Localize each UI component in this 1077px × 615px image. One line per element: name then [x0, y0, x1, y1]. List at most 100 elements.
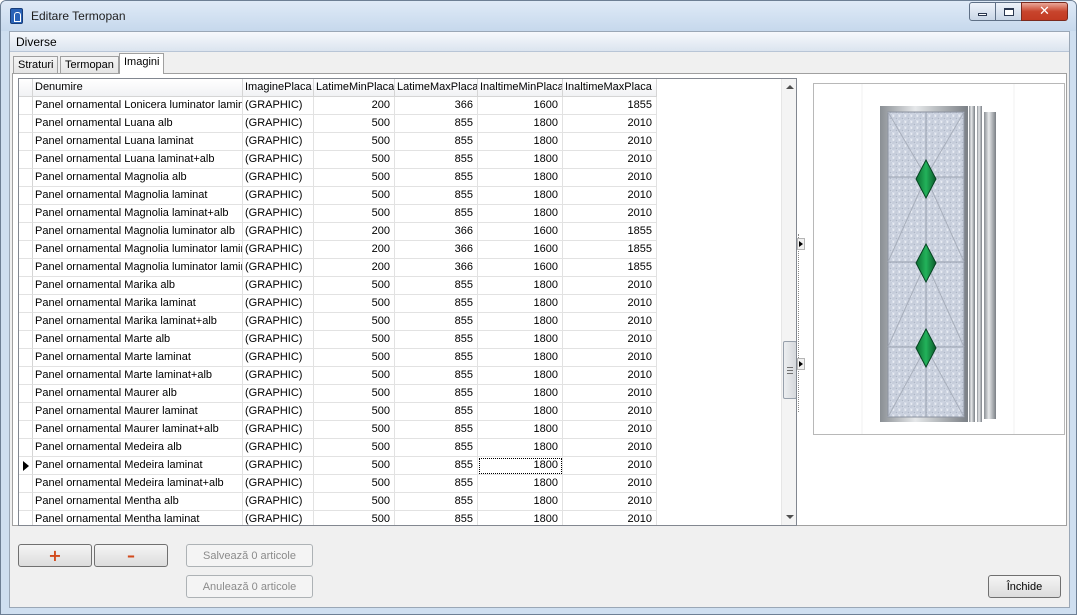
scroll-thumb[interactable] — [783, 341, 796, 399]
column-header-denumire[interactable]: Denumire — [33, 79, 243, 97]
table-row[interactable]: Panel ornamental Medeira laminat+alb (GRA… — [19, 475, 657, 493]
cell-latimeminplaca[interactable]: 500 — [314, 115, 395, 133]
cell-denumire[interactable]: Panel ornamental Maurer alb — [33, 385, 243, 403]
row-indicator[interactable] — [19, 277, 33, 295]
cell-imagineplaca[interactable]: (GRAPHIC) — [243, 259, 314, 277]
cell-inaltimemaxplaca[interactable]: 2010 — [563, 511, 657, 525]
cell-inaltimeminplaca[interactable]: 1800 — [478, 349, 563, 367]
cell-latimeminplaca[interactable]: 500 — [314, 187, 395, 205]
cell-inaltimeminplaca[interactable]: 1600 — [478, 97, 563, 115]
cell-denumire[interactable]: Panel ornamental Mentha laminat — [33, 511, 243, 525]
cell-imagineplaca[interactable]: (GRAPHIC) — [243, 223, 314, 241]
cell-denumire[interactable]: Panel ornamental Magnolia alb — [33, 169, 243, 187]
cell-inaltimemaxplaca[interactable]: 2010 — [563, 385, 657, 403]
table-row[interactable]: Panel ornamental Luana laminat (GRAPHIC) 5… — [19, 133, 657, 151]
minimize-button[interactable] — [969, 2, 996, 21]
cell-imagineplaca[interactable]: (GRAPHIC) — [243, 475, 314, 493]
cell-inaltimeminplaca[interactable]: 1800 — [478, 151, 563, 169]
cell-latimemaxplaca[interactable]: 855 — [395, 457, 478, 475]
cell-inaltimemaxplaca[interactable]: 2010 — [563, 367, 657, 385]
cell-denumire[interactable]: Panel ornamental Marte laminat — [33, 349, 243, 367]
cell-latimeminplaca[interactable]: 200 — [314, 241, 395, 259]
cell-inaltimeminplaca[interactable]: 1800 — [478, 385, 563, 403]
cell-denumire[interactable]: Panel ornamental Marte alb — [33, 331, 243, 349]
cell-latimemaxplaca[interactable]: 855 — [395, 277, 478, 295]
row-indicator[interactable] — [19, 97, 33, 115]
cell-latimemaxplaca[interactable]: 855 — [395, 331, 478, 349]
table-row[interactable]: Panel ornamental Magnolia alb (GRAPHIC) 50… — [19, 169, 657, 187]
table-row[interactable]: Panel ornamental Magnolia laminat (GRAPHI… — [19, 187, 657, 205]
cell-inaltimemaxplaca[interactable]: 2010 — [563, 403, 657, 421]
row-indicator[interactable] — [19, 223, 33, 241]
cell-inaltimemaxplaca[interactable]: 1855 — [563, 259, 657, 277]
close-button[interactable]: Închide — [988, 575, 1061, 598]
cell-latimemaxplaca[interactable]: 855 — [395, 475, 478, 493]
row-indicator[interactable] — [19, 511, 33, 525]
cell-latimemaxplaca[interactable]: 366 — [395, 97, 478, 115]
table-row[interactable]: Panel ornamental Maurer laminat+alb (GRAP… — [19, 421, 657, 439]
table-row[interactable]: Panel ornamental Mentha alb (GRAPHIC) 500 8… — [19, 493, 657, 511]
table-row[interactable]: Panel ornamental Marte laminat+alb (GRAPH… — [19, 367, 657, 385]
cell-inaltimemaxplaca[interactable]: 2010 — [563, 277, 657, 295]
cell-latimeminplaca[interactable]: 500 — [314, 403, 395, 421]
cell-latimeminplaca[interactable]: 500 — [314, 151, 395, 169]
cell-latimemaxplaca[interactable]: 855 — [395, 169, 478, 187]
row-indicator[interactable] — [19, 133, 33, 151]
cell-denumire[interactable]: Panel ornamental Magnolia laminat — [33, 187, 243, 205]
cell-denumire[interactable]: Panel ornamental Marika laminat+alb — [33, 313, 243, 331]
cell-latimeminplaca[interactable]: 500 — [314, 439, 395, 457]
cell-imagineplaca[interactable]: (GRAPHIC) — [243, 295, 314, 313]
cell-latimeminplaca[interactable]: 500 — [314, 133, 395, 151]
cell-inaltimeminplaca[interactable]: 1800 — [478, 493, 563, 511]
splitter-handle[interactable] — [798, 234, 804, 412]
cell-imagineplaca[interactable]: (GRAPHIC) — [243, 421, 314, 439]
cell-latimeminplaca[interactable]: 500 — [314, 277, 395, 295]
cell-imagineplaca[interactable]: (GRAPHIC) — [243, 313, 314, 331]
cell-inaltimemaxplaca[interactable]: 1855 — [563, 241, 657, 259]
cell-latimemaxplaca[interactable]: 855 — [395, 187, 478, 205]
cell-latimemaxplaca[interactable]: 855 — [395, 133, 478, 151]
table-row[interactable]: Panel ornamental Luana laminat+alb (GRAPH… — [19, 151, 657, 169]
menu-item-diverse[interactable]: Diverse — [16, 35, 57, 49]
table-row[interactable]: Panel ornamental Medeira alb (GRAPHIC) 500… — [19, 439, 657, 457]
cell-inaltimemaxplaca[interactable]: 1855 — [563, 97, 657, 115]
cell-imagineplaca[interactable]: (GRAPHIC) — [243, 385, 314, 403]
cell-denumire[interactable]: Panel ornamental Luana laminat+alb — [33, 151, 243, 169]
cell-inaltimeminplaca[interactable]: 1800 — [478, 313, 563, 331]
cell-imagineplaca[interactable]: (GRAPHIC) — [243, 151, 314, 169]
splitter-expand-button[interactable] — [797, 238, 805, 250]
row-indicator[interactable] — [19, 457, 33, 475]
cancel-button[interactable]: Anulează 0 articole — [186, 575, 313, 598]
table-row[interactable]: Panel ornamental Magnolia luminator lami… — [19, 241, 657, 259]
cell-latimeminplaca[interactable]: 500 — [314, 169, 395, 187]
cell-latimemaxplaca[interactable]: 855 — [395, 511, 478, 525]
row-indicator[interactable] — [19, 115, 33, 133]
cell-denumire[interactable]: Panel ornamental Luana laminat — [33, 133, 243, 151]
cell-imagineplaca[interactable]: (GRAPHIC) — [243, 349, 314, 367]
row-indicator[interactable] — [19, 187, 33, 205]
cell-inaltimeminplaca[interactable]: 1600 — [478, 259, 563, 277]
column-header-latimemaxplaca[interactable]: LatimeMaxPlaca — [395, 79, 478, 97]
cell-inaltimemaxplaca[interactable]: 2010 — [563, 187, 657, 205]
cell-denumire[interactable]: Panel ornamental Magnolia laminat+alb — [33, 205, 243, 223]
cell-latimemaxplaca[interactable]: 855 — [395, 493, 478, 511]
row-indicator[interactable] — [19, 475, 33, 493]
table-row[interactable]: Panel ornamental Marika alb (GRAPHIC) 500 8… — [19, 277, 657, 295]
cell-imagineplaca[interactable]: (GRAPHIC) — [243, 277, 314, 295]
cell-inaltimeminplaca[interactable]: 1800 — [478, 403, 563, 421]
cell-inaltimeminplaca[interactable]: 1800 — [478, 115, 563, 133]
row-indicator[interactable] — [19, 493, 33, 511]
cell-latimemaxplaca[interactable]: 855 — [395, 421, 478, 439]
cell-inaltimemaxplaca[interactable]: 2010 — [563, 493, 657, 511]
save-button[interactable]: Salvează 0 articole — [186, 544, 313, 567]
tab-termopan[interactable]: Termopan — [60, 56, 119, 74]
cell-inaltimeminplaca[interactable]: 1800 — [478, 205, 563, 223]
tab-imagini[interactable]: Imagini — [119, 53, 165, 74]
cell-inaltimeminplaca[interactable]: 1800 — [478, 457, 563, 475]
table-row[interactable]: Panel ornamental Magnolia laminat+alb (GR… — [19, 205, 657, 223]
row-indicator[interactable] — [19, 385, 33, 403]
table-row[interactable]: Panel ornamental Lonicera luminator lami… — [19, 97, 657, 115]
table-row[interactable]: Panel ornamental Marika laminat+alb (GRAP… — [19, 313, 657, 331]
cell-latimeminplaca[interactable]: 500 — [314, 457, 395, 475]
cell-inaltimemaxplaca[interactable]: 2010 — [563, 169, 657, 187]
